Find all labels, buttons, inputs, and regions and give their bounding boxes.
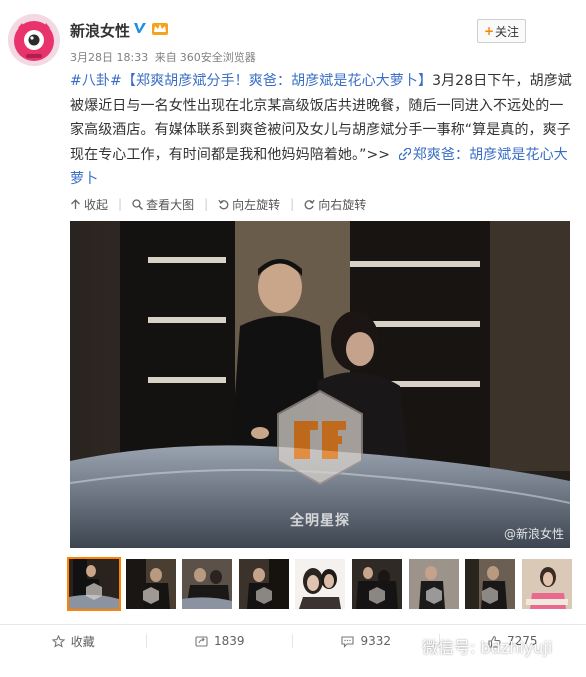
user-name[interactable]: 新浪女性 xyxy=(70,20,130,41)
wechat-watermark-text: 微信号: bdzhiyuji xyxy=(422,638,553,657)
post-content: #八卦#【郑爽胡彦斌分手！爽爸：胡彦斌是花心大萝卜】3月28日下午，胡彦斌被爆近… xyxy=(70,69,573,192)
collapse-button[interactable]: 收起 xyxy=(70,196,108,213)
thumbnail[interactable] xyxy=(408,559,459,609)
magnifier-icon xyxy=(132,198,144,210)
rotate-right-button[interactable]: 向右旋转 xyxy=(304,196,366,213)
favorite-label: 收藏 xyxy=(70,634,95,649)
view-large-label: 查看大图 xyxy=(146,197,195,212)
thumbnail[interactable] xyxy=(465,559,516,609)
arrow-up-icon xyxy=(71,198,80,209)
star-icon xyxy=(51,634,65,648)
thumbnail[interactable] xyxy=(67,557,121,611)
hashtag-link[interactable]: #八卦# xyxy=(70,73,122,89)
post-meta: 3月28日 18:33 来自 360安全浏览器 xyxy=(70,49,259,65)
rotate-right-icon xyxy=(304,199,315,209)
thumbnail[interactable] xyxy=(125,559,176,609)
vip-crown-icon[interactable] xyxy=(151,20,169,36)
wechat-watermark: 微信号: bdzhiyuji xyxy=(394,634,552,658)
image-toolbar: 收起 | 查看大图 | 向左旋转 | 向右旋转 xyxy=(70,193,376,215)
repost-icon xyxy=(195,635,208,647)
repost-count: 1839 xyxy=(213,634,245,648)
thumbnail[interactable] xyxy=(238,559,289,609)
toolbar-separator: | xyxy=(118,197,123,211)
thumbnail-strip xyxy=(67,557,581,615)
follow-label: 关注 xyxy=(495,24,520,39)
night-scene-image xyxy=(70,221,570,548)
repost-button[interactable]: 1839 xyxy=(147,626,294,656)
avatar[interactable] xyxy=(8,14,60,66)
photo-source-watermark: @新浪女性 xyxy=(503,527,564,541)
thumbnail[interactable] xyxy=(351,559,402,609)
thumbnail[interactable] xyxy=(182,559,233,609)
toolbar-separator: | xyxy=(290,197,295,211)
rotate-left-label: 向左旋转 xyxy=(232,197,281,212)
post-source[interactable]: 360安全浏览器 xyxy=(180,51,256,64)
thumbnail[interactable] xyxy=(521,559,572,609)
weibo-post-card: 新浪女性 3月28日 18:33 来自 360安全浏览器 + 关注 #八卦#【郑爽胡… xyxy=(0,0,586,677)
rotate-left-icon xyxy=(218,199,229,209)
photo-brand-watermark: 全明星探 xyxy=(290,513,350,529)
link-icon xyxy=(398,147,412,160)
favorite-button[interactable]: 收藏 xyxy=(0,626,147,656)
verified-badge-icon xyxy=(134,23,146,33)
follow-button[interactable]: + 关注 xyxy=(477,19,526,43)
view-large-button[interactable]: 查看大图 xyxy=(132,196,194,213)
toolbar-separator: | xyxy=(204,197,209,211)
comment-count: 9332 xyxy=(360,634,392,648)
main-photo[interactable]: 全明星探 @新浪女性 xyxy=(70,221,570,548)
sina-female-logo-icon xyxy=(8,14,60,66)
rotate-right-label: 向右旋转 xyxy=(318,197,367,212)
rotate-left-button[interactable]: 向左旋转 xyxy=(218,196,280,213)
source-prefix: 来自 xyxy=(154,51,177,64)
thumbnail[interactable] xyxy=(295,559,346,609)
collapse-label: 收起 xyxy=(84,197,109,212)
plus-icon: + xyxy=(483,24,495,38)
footer-divider xyxy=(0,624,586,625)
wechat-icon xyxy=(394,636,418,655)
post-date[interactable]: 3月28日 18:33 xyxy=(70,51,148,64)
title-link[interactable]: 【郑爽胡彦斌分手！爽爸：胡彦斌是花心大萝卜】 xyxy=(122,73,432,89)
comment-icon xyxy=(341,635,355,648)
